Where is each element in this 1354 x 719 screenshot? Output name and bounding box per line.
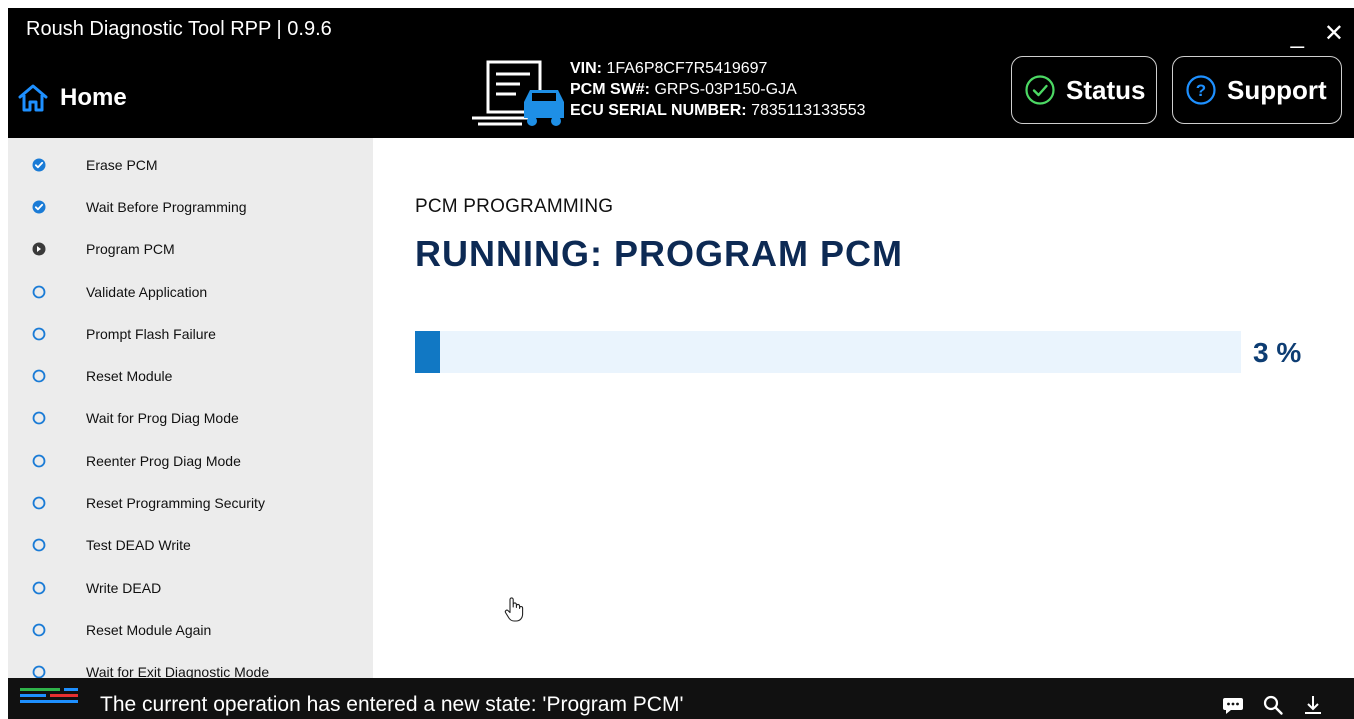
pcm-sw-value: GRPS-03P150-GJA — [654, 81, 797, 98]
progress-bar-fill — [415, 331, 440, 373]
support-button[interactable]: ? Support — [1172, 56, 1342, 124]
step-check-icon — [32, 200, 46, 214]
step-pending-icon — [32, 369, 46, 383]
step-pending-icon — [32, 411, 46, 425]
hand-cursor-icon — [504, 597, 524, 622]
step-label: Program PCM — [86, 241, 175, 257]
status-message: The current operation has entered a new … — [100, 693, 684, 716]
step-check-icon — [32, 158, 46, 172]
progress-percent: 3 % — [1253, 337, 1302, 368]
search-icon[interactable] — [1262, 694, 1284, 716]
step-pending-icon — [32, 327, 46, 341]
close-button[interactable]: ✕ — [1324, 22, 1344, 46]
step-label: Test DEAD Write — [86, 537, 191, 553]
step-pending-icon — [32, 454, 46, 468]
home-icon — [18, 84, 48, 112]
step-item: Wait for Exit Diagnostic Mode — [8, 657, 373, 678]
step-item: Validate Application — [8, 277, 373, 307]
vin-label: VIN: — [570, 60, 602, 77]
step-item: Erase PCM — [8, 150, 373, 180]
step-item: Prompt Flash Failure — [8, 319, 373, 349]
question-circle-icon: ? — [1186, 75, 1216, 105]
vin-row: VIN: 1FA6P8CF7R5419697 — [570, 58, 866, 79]
step-label: Erase PCM — [86, 157, 158, 173]
vehicle-info: VIN: 1FA6P8CF7R5419697 PCM SW#: GRPS-03P… — [570, 58, 866, 121]
step-item: Wait Before Programming — [8, 192, 373, 222]
step-item: Wait for Prog Diag Mode — [8, 403, 373, 433]
step-item-current: Program PCM — [8, 234, 373, 264]
check-circle-icon — [1025, 75, 1055, 105]
step-item: Reset Module — [8, 361, 373, 391]
status-button-label: Status — [1066, 74, 1146, 105]
app-title: Roush Diagnostic Tool RPP | 0.9.6 — [26, 18, 332, 40]
step-pending-icon — [32, 285, 46, 299]
vehicle-document-icon — [472, 60, 564, 126]
step-label: Reenter Prog Diag Mode — [86, 453, 241, 469]
vin-value: 1FA6P8CF7R5419697 — [606, 60, 768, 77]
step-item: Write DEAD — [8, 573, 373, 603]
step-pending-icon — [32, 665, 46, 678]
step-item: Reenter Prog Diag Mode — [8, 446, 373, 476]
ecu-serial-row: ECU SERIAL NUMBER: 7835113133553 — [570, 100, 866, 121]
chat-icon[interactable] — [1222, 694, 1244, 716]
step-label: Validate Application — [86, 284, 208, 300]
page-title: RUNNING: PROGRAM PCM — [415, 233, 903, 274]
step-label: Wait Before Programming — [86, 199, 247, 215]
step-item: Reset Module Again — [8, 615, 373, 645]
ecu-serial-value: 7835113133553 — [751, 102, 866, 119]
step-pending-icon — [32, 581, 46, 595]
main-panel: PCM PROGRAMMING RUNNING: PROGRAM PCM 3 % — [373, 138, 1354, 678]
ecu-serial-label: ECU SERIAL NUMBER: — [570, 102, 747, 119]
steps-sidebar: Erase PCM Wait Before Programming Progra… — [8, 138, 373, 678]
minimize-button[interactable]: _ — [1291, 24, 1304, 48]
home-nav[interactable]: Home — [16, 78, 127, 118]
step-pending-icon — [32, 623, 46, 637]
step-item: Test DEAD Write — [8, 530, 373, 560]
step-label: Wait for Exit Diagnostic Mode — [86, 664, 270, 678]
roush-logo-icon — [20, 688, 78, 703]
pcm-sw-label: PCM SW#: — [570, 81, 650, 98]
app-header: Roush Diagnostic Tool RPP | 0.9.6 _ ✕ Ho… — [8, 8, 1354, 138]
step-item: Reset Programming Security — [8, 488, 373, 518]
home-label: Home — [60, 84, 127, 111]
status-button[interactable]: Status — [1011, 56, 1157, 124]
status-actions — [1222, 694, 1324, 716]
step-label: Reset Programming Security — [86, 495, 265, 511]
step-label: Reset Module — [86, 368, 173, 384]
step-pending-icon — [32, 496, 46, 510]
svg-text:?: ? — [1196, 81, 1206, 100]
step-arrow-icon — [32, 242, 46, 256]
step-label: Wait for Prog Diag Mode — [86, 410, 239, 426]
progress-bar — [415, 331, 1241, 373]
download-icon[interactable] — [1302, 694, 1324, 716]
step-label: Reset Module Again — [86, 622, 212, 638]
step-label: Write DEAD — [86, 580, 162, 596]
support-button-label: Support — [1227, 74, 1327, 105]
step-label: Prompt Flash Failure — [86, 326, 216, 342]
section-label: PCM PROGRAMMING — [415, 196, 614, 217]
step-pending-icon — [32, 538, 46, 552]
pcm-sw-row: PCM SW#: GRPS-03P150-GJA — [570, 79, 866, 100]
status-bar: The current operation has entered a new … — [8, 678, 1354, 719]
